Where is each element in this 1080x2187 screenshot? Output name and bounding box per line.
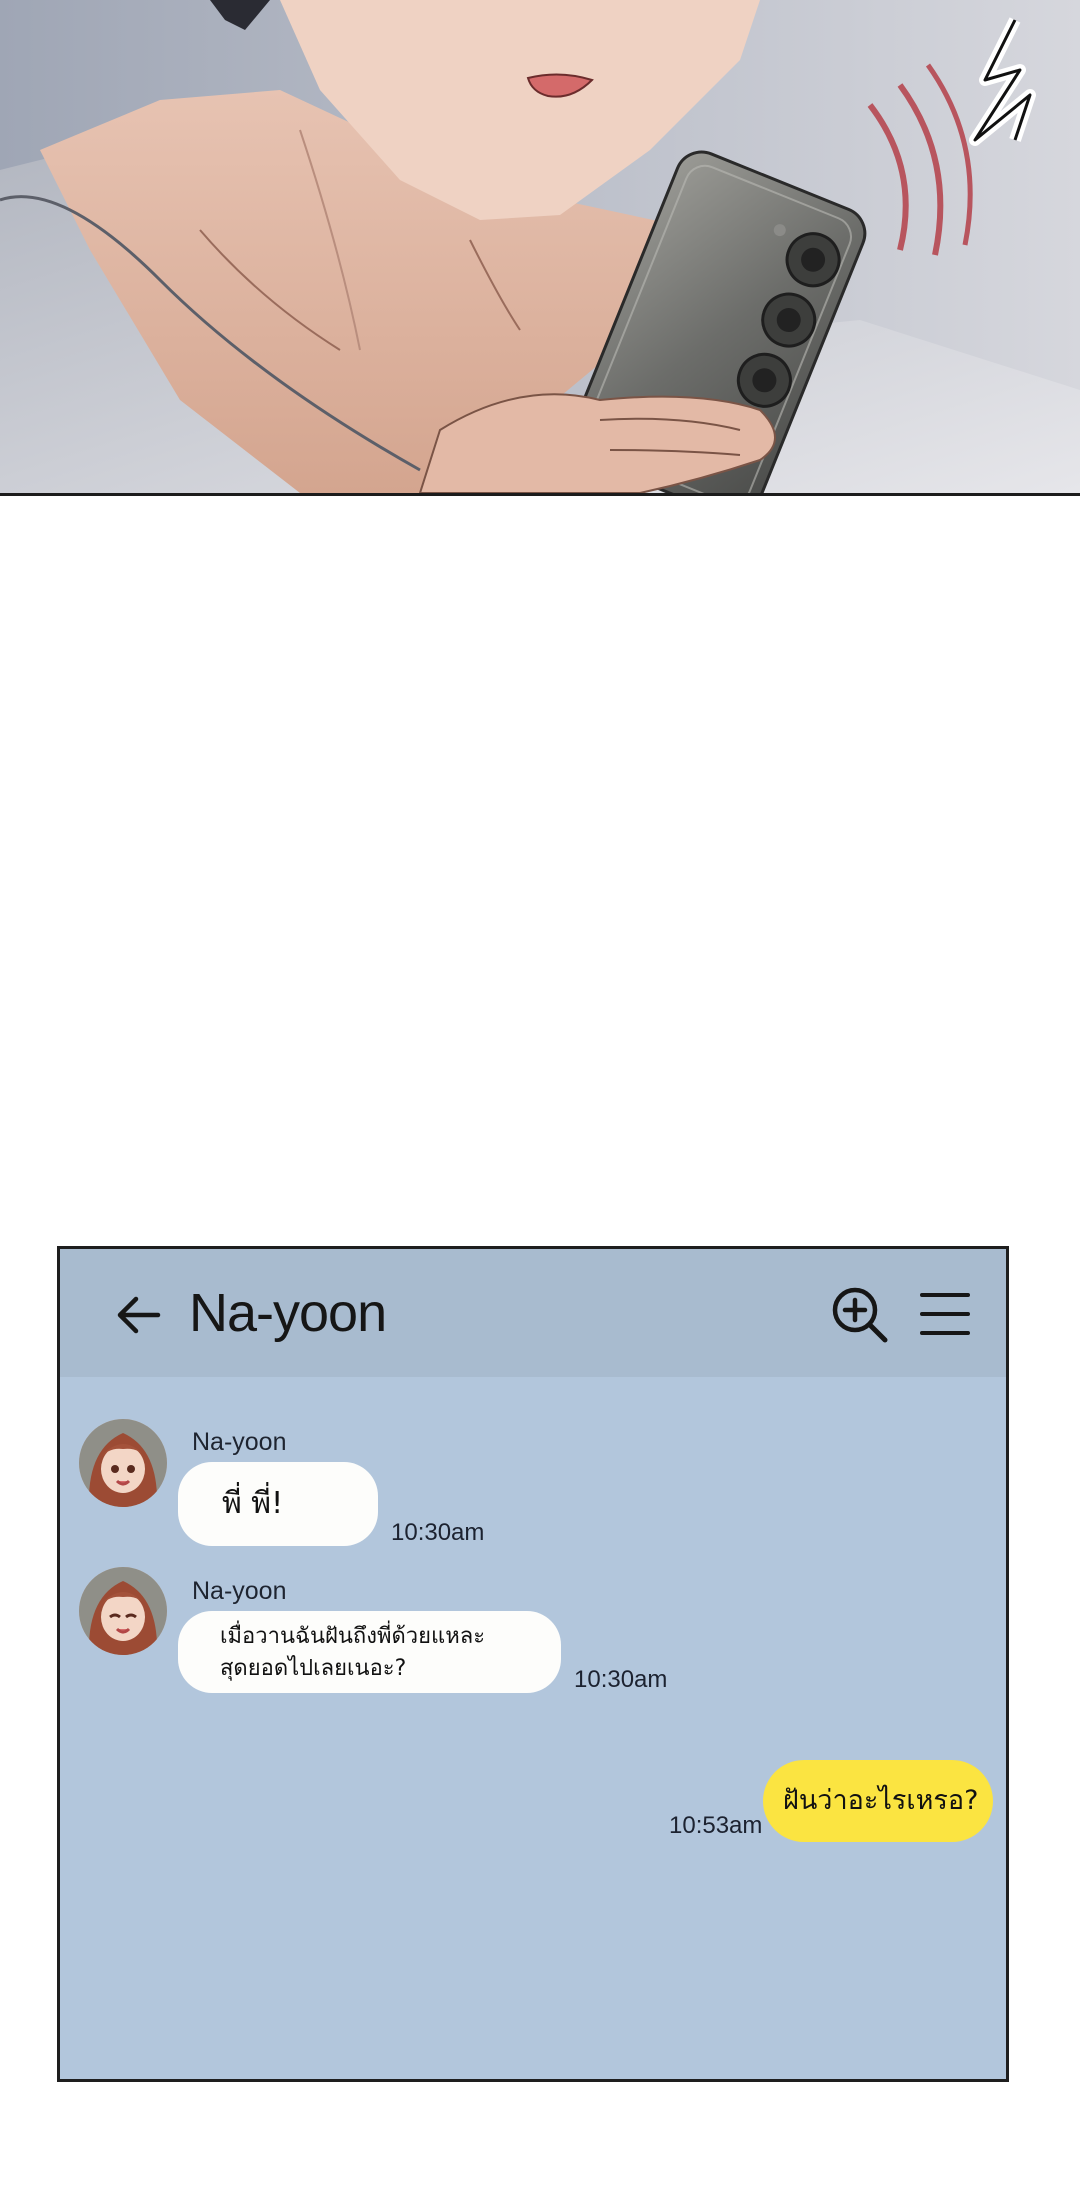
- message-bubble-outgoing[interactable]: ฝันว่าอะไรเหรอ?: [763, 1760, 993, 1842]
- chat-header: Na-yoon: [60, 1249, 1006, 1377]
- message-timestamp: 10:53am: [669, 1812, 763, 1839]
- phone-holding-illustration: [0, 0, 1080, 493]
- menu-button[interactable]: [918, 1289, 972, 1339]
- message-text: พี่ พี่!: [222, 1486, 284, 1521]
- girl-avatar-icon: [79, 1567, 167, 1655]
- message-bubble-incoming[interactable]: เมื่อวานฉันฝันถึงพี่ด้วยแหละ สุดยอดไปเลย…: [178, 1611, 561, 1693]
- girl-avatar-icon: [79, 1419, 167, 1507]
- back-button[interactable]: [110, 1287, 166, 1343]
- message-timestamp: 10:30am: [391, 1519, 485, 1546]
- sender-name: Na-yoon: [192, 1428, 287, 1456]
- message-text-line-2: สุดยอดไปเลยเนอะ?: [220, 1656, 407, 1681]
- sender-name: Na-yoon: [192, 1577, 287, 1605]
- message-text: ฝันว่าอะไรเหรอ?: [783, 1785, 979, 1816]
- chat-contact-name: Na-yoon: [189, 1283, 387, 1343]
- message-timestamp: 10:30am: [574, 1666, 668, 1693]
- message-text-line-1: เมื่อวานฉันฝันถึงพี่ด้วยแหละ: [220, 1624, 486, 1649]
- avatar[interactable]: [79, 1567, 167, 1655]
- zoom-in-icon: [832, 1287, 888, 1343]
- zoom-search-button[interactable]: [830, 1285, 890, 1345]
- comic-panel-illustration: [0, 0, 1080, 496]
- hamburger-menu-icon: [920, 1293, 970, 1335]
- arrow-left-icon: [117, 1296, 161, 1334]
- avatar[interactable]: [79, 1419, 167, 1507]
- message-bubble-incoming[interactable]: พี่ พี่!: [178, 1462, 378, 1546]
- chat-window: Na-yoon Na-yoon พี่ พี่! 10:30am Na-yoon…: [57, 1246, 1009, 2082]
